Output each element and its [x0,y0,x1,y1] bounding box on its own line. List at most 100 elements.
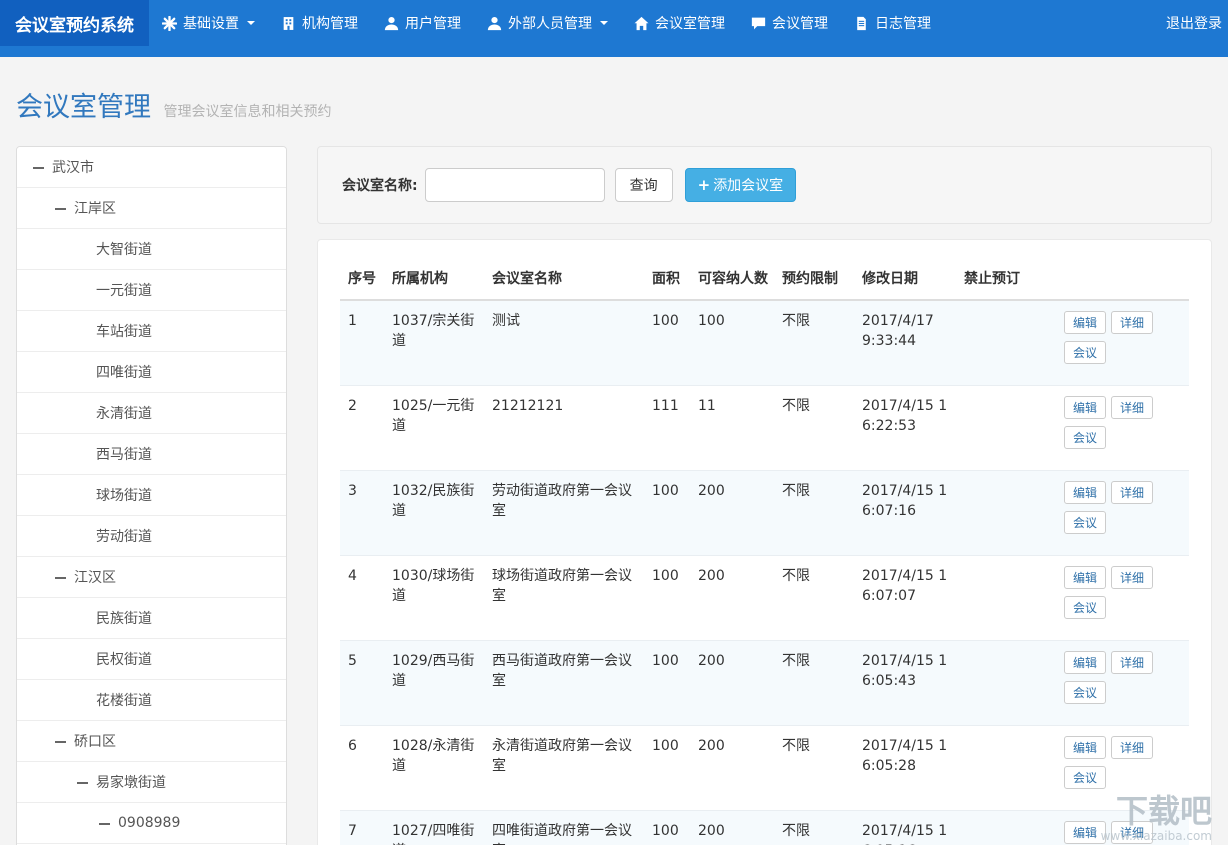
tree-item-label: 永清街道 [96,406,152,422]
nav-item-external-personnel[interactable]: 外部人员管理 [474,0,621,46]
edit-button[interactable]: 编辑 [1064,311,1107,334]
user-icon [384,16,399,31]
detail-button[interactable]: 详细 [1111,481,1154,504]
meeting-button[interactable]: 会议 [1064,341,1107,364]
collapse-minus-icon[interactable] [55,203,66,214]
tree-item[interactable]: 大智街道 [17,229,286,270]
row-actions: 编辑详细会议 [1056,555,1189,641]
detail-button[interactable]: 详细 [1111,651,1154,674]
add-room-button[interactable]: + 添加会议室 [684,168,797,202]
collapse-minus-icon[interactable] [33,162,44,173]
tree-item[interactable]: 武汉市 [17,147,286,188]
meeting-button[interactable]: 会议 [1064,511,1107,534]
row-modified: 2017/4/15 16:07:16 [854,470,956,556]
row-room-name: 球场街道政府第一会议室 [484,555,644,641]
edit-button[interactable]: 编辑 [1064,651,1107,674]
row-org: 1030/球场街道 [384,555,484,641]
nav-item-org-management[interactable]: 机构管理 [268,0,371,46]
col-room-name: 会议室名称 [484,260,644,301]
row-modified: 2017/4/15 16:05:16 [854,810,956,845]
tree-item[interactable]: 江岸区 [17,188,286,229]
row-limit: 不限 [774,385,854,471]
row-org: 1025/一元街道 [384,385,484,471]
table-row: 5 1029/西马街道 西马街道政府第一会议室 100 200 不限 2017/4/15 1… [340,640,1189,726]
tree-item[interactable]: 江汉区 [17,557,286,598]
tree-item[interactable]: 民权街道 [17,639,286,680]
row-limit: 不限 [774,725,854,811]
app-brand[interactable]: 会议室预约系统 [0,0,149,46]
meeting-button[interactable]: 会议 [1064,426,1107,449]
edit-button[interactable]: 编辑 [1064,736,1107,759]
logout-link[interactable]: 退出登录 [1160,0,1228,46]
detail-button[interactable]: 详细 [1111,311,1154,334]
top-navbar: 会议室预约系统 基础设置 机构管理 用户管理 外部人员管理 会议室管理 会议管理 日志管理 … [0,0,1228,57]
tree-item[interactable]: 一元街道 [17,270,286,311]
row-capacity: 100 [698,313,725,329]
tree-item[interactable]: 花楼街道 [17,680,286,721]
collapse-minus-icon[interactable] [55,572,66,583]
nav-item-label: 用户管理 [405,16,461,32]
tree-item[interactable]: 车站街道 [17,311,286,352]
detail-button[interactable]: 详细 [1111,396,1154,419]
tree-item[interactable]: 四唯街道 [17,352,286,393]
edit-button[interactable]: 编辑 [1064,566,1107,589]
row-modified: 2017/4/17 9:33:44 [862,313,934,350]
home-icon [634,16,649,31]
query-button[interactable]: 查询 [614,168,673,202]
edit-button[interactable]: 编辑 [1064,481,1107,504]
search-panel: 会议室名称: 查询 + 添加会议室 [317,146,1212,224]
nav-item-basic-settings[interactable]: 基础设置 [149,0,268,46]
tree-item-label: 易家墩街道 [96,775,166,791]
tree-item-label: 一元街道 [96,283,152,299]
col-area: 面积 [644,260,690,301]
edit-button[interactable]: 编辑 [1064,396,1107,419]
tree-item[interactable]: 0908989 [17,803,286,844]
row-modified: 2017/4/15 16:07:07 [854,555,956,641]
meeting-button[interactable]: 会议 [1064,766,1107,789]
row-capacity: 200 [690,640,774,726]
row-org: 1028/永清街道 [384,725,484,811]
meeting-button[interactable]: 会议 [1064,681,1107,704]
row-org: 1032/民族街道 [384,470,484,556]
col-modified: 修改日期 [854,260,956,301]
nav-item-meeting-management[interactable]: 会议管理 [738,0,841,46]
row-forbid [956,300,1056,386]
row-modified: 2017/4/15 16:05:43 [854,640,956,726]
room-name-input[interactable] [424,168,605,202]
row-actions: 编辑详细会议 [1056,810,1189,845]
tree-item[interactable]: 劳动街道 [17,516,286,557]
detail-button[interactable]: 详细 [1111,736,1154,759]
nav-item-user-management[interactable]: 用户管理 [371,0,474,46]
tree-item-label: 硚口区 [74,734,116,750]
meeting-button[interactable]: 会议 [1064,596,1107,619]
nav-item-meeting-room[interactable]: 会议室管理 [621,0,738,46]
table-row: 6 1028/永清街道 永清街道政府第一会议室 100 200 不限 2017/4/15 1… [340,725,1189,811]
row-no: 6 [340,725,384,811]
tree-item[interactable]: 硚口区 [17,721,286,762]
rooms-table-panel: 序号 所属机构 会议室名称 面积 可容纳人数 预约限制 修改日期 禁止预订 1 1037/宗关街… [317,239,1212,845]
col-no: 序号 [340,260,384,301]
tree-item-label: 西马街道 [96,447,152,463]
tree-item[interactable]: 球场街道 [17,475,286,516]
collapse-minus-icon[interactable] [99,818,110,829]
collapse-minus-icon[interactable] [55,736,66,747]
tree-item[interactable]: 西马街道 [17,434,286,475]
plus-icon: + [697,175,711,194]
col-org: 所属机构 [384,260,484,301]
row-capacity: 200 [690,470,774,556]
edit-button[interactable]: 编辑 [1064,821,1107,844]
detail-button[interactable]: 详细 [1111,821,1154,844]
tree-item-label: 大智街道 [96,242,152,258]
row-area: 100 [644,725,690,811]
table-row: 2 1025/一元街道 21212121 111 11 不限 2017/4/15 16:22… [340,385,1189,471]
tree-item[interactable]: 易家墩街道 [17,762,286,803]
tree-item[interactable]: 永清街道 [17,393,286,434]
page-title: 会议室管理 [16,92,151,123]
detail-button[interactable]: 详细 [1111,566,1154,589]
collapse-minus-icon[interactable] [77,777,88,788]
row-actions: 编辑详细会议 [1056,640,1189,726]
nav-item-log-management[interactable]: 日志管理 [841,0,944,46]
tree-item[interactable]: 民族街道 [17,598,286,639]
row-org: 1029/西马街道 [384,640,484,726]
gear-icon [162,15,177,31]
